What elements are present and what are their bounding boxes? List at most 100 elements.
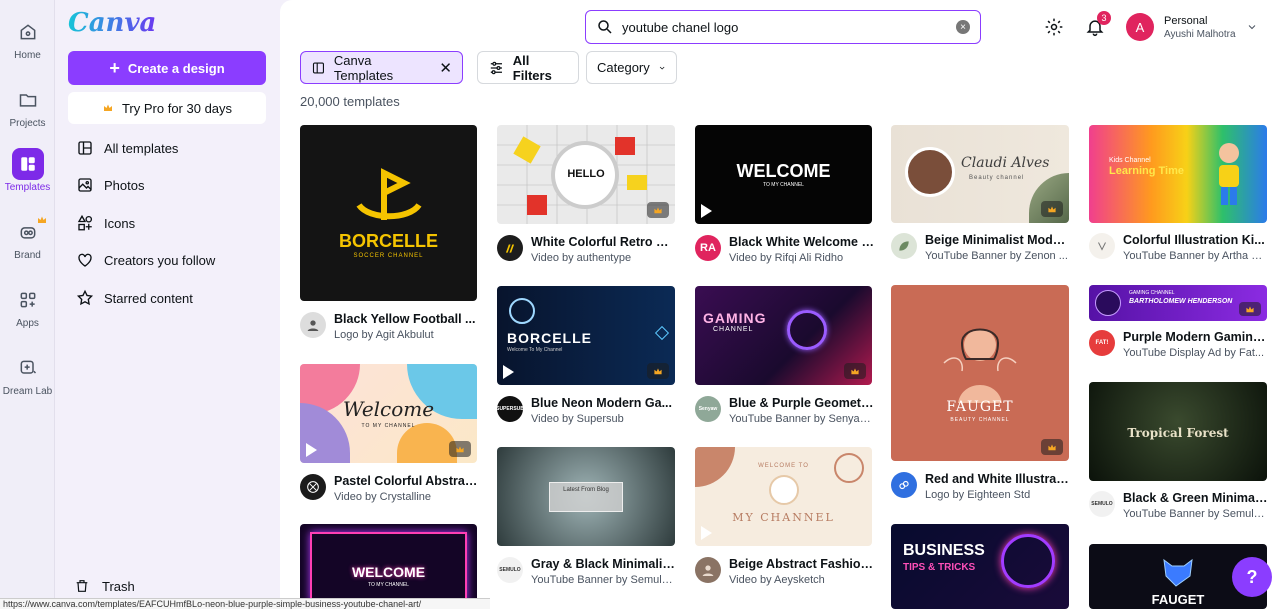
template-thumbnail[interactable]: BUSINESS TIPS & TRICKS [891, 524, 1069, 609]
trash-button[interactable]: Trash [68, 571, 135, 601]
create-design-button[interactable]: + Create a design [68, 51, 266, 85]
canva-logo[interactable]: Canva [68, 8, 156, 38]
rail-label: Home [14, 50, 41, 61]
card-title: White Colorful Retro Vi... [531, 235, 676, 249]
creator-avatar [300, 474, 326, 500]
template-thumbnail[interactable]: BORCELLE SOCCER CHANNEL [300, 125, 477, 301]
card-subtitle: Video by Supersub [531, 413, 624, 425]
all-filters-button[interactable]: All Filters [477, 51, 579, 84]
thumb-subtitle: SOCCER CHANNEL [353, 253, 424, 259]
template-thumbnail[interactable]: BORCELLE Welcome To My Channel [497, 286, 675, 385]
card-title: Blue & Purple Geometr... [729, 396, 874, 410]
account-name: Ayushi Malhotra [1164, 28, 1236, 40]
creator-avatar [497, 235, 523, 261]
creator-avatar: SEMULO [1089, 491, 1115, 517]
leaf-icon [899, 241, 909, 251]
thumb-subtitle: CHANNEL [713, 326, 754, 333]
nav-label: All templates [104, 140, 179, 156]
creator-avatar: FAT! [1089, 330, 1115, 356]
thumb-title: FAUGET [1151, 592, 1205, 607]
nav-photos[interactable]: Photos [68, 169, 268, 201]
all-filters-label: All Filters [512, 52, 552, 83]
create-design-label: Create a design [127, 60, 225, 76]
rail-item-apps[interactable]: Apps [0, 280, 55, 342]
help-button[interactable]: ? [1232, 557, 1272, 597]
card-title: Gray & Black Minimalis... [531, 557, 676, 571]
template-thumbnail[interactable]: WELCOME TO MY CHANNEL [695, 447, 872, 546]
chevron-down-icon [1248, 25, 1255, 30]
template-thumbnail[interactable]: Welcome TO MY CHANNEL [300, 364, 477, 463]
thumb-title: Tropical Forest [1127, 426, 1229, 440]
thumb-subtitle: TO MY CHANNEL [368, 582, 409, 588]
search-input[interactable] [622, 19, 956, 35]
card-subtitle: YouTube Banner by Semula... [1123, 508, 1268, 520]
search-box[interactable]: × [585, 10, 981, 44]
try-pro-button[interactable]: Try Pro for 30 days [68, 92, 266, 124]
template-thumbnail[interactable]: Latest From Blog [497, 447, 675, 546]
left-rail: Home Projects Templates Brand Apps Dream… [0, 0, 55, 609]
rail-label: Dream Lab [2, 386, 53, 397]
template-thumbnail[interactable]: WELCOME TO MY CHANNEL [300, 524, 477, 609]
settings-button[interactable] [1042, 15, 1066, 39]
notifications-button[interactable]: 3 [1083, 11, 1111, 39]
rail-item-brand[interactable]: Brand [0, 212, 55, 274]
rail-item-projects[interactable]: Projects [0, 80, 55, 142]
search-icon [598, 20, 612, 34]
crown-icon [844, 363, 866, 379]
thumb-subtitle: TO MY CHANNEL [763, 182, 804, 188]
card-subtitle: Video by authentype [531, 252, 632, 264]
thumb-title: HELLO [567, 168, 605, 180]
template-thumbnail[interactable]: HELLO [497, 125, 675, 224]
apps-icon [20, 292, 35, 308]
card-subtitle: YouTube Banner by Zenon ... [925, 250, 1068, 262]
nav-label: Creators you follow [104, 252, 216, 268]
card-title: Purple Modern Gaming... [1123, 330, 1268, 344]
close-icon[interactable]: ✕ [439, 59, 452, 77]
card-title: Blue Neon Modern Ga... [531, 396, 672, 410]
person-icon [307, 320, 319, 331]
template-thumbnail[interactable]: WELCOME TO MY CHANNEL [695, 125, 872, 224]
nav-starred[interactable]: Starred content [68, 282, 268, 314]
crown-icon [449, 441, 471, 457]
thumb-title: WELCOME [736, 161, 831, 181]
thumb-title: Claudi Alves [961, 155, 1050, 171]
account-type: Personal [1164, 14, 1208, 27]
play-icon [701, 526, 712, 540]
rail-label: Brand [14, 250, 41, 261]
thumb-subtitle: TIPS & TRICKS [903, 562, 976, 573]
template-thumbnail[interactable]: Tropical Forest [1089, 382, 1267, 481]
logo-icon [1098, 242, 1106, 251]
thumb-title: MY CHANNEL [732, 511, 835, 524]
nav-creators[interactable]: Creators you follow [68, 244, 268, 276]
chip-label: Canva Templates [333, 52, 394, 83]
template-thumbnail[interactable]: GAMING CHANNEL BARTHOLOMEW HENDERSON [1089, 285, 1267, 321]
template-thumbnail[interactable]: GAMING CHANNEL [695, 286, 872, 385]
play-icon [306, 443, 317, 457]
card-subtitle: YouTube Banner by Artha G... [1123, 250, 1268, 262]
rail-label: Projects [9, 118, 46, 129]
category-dropdown[interactable]: Category [586, 51, 677, 84]
account-menu[interactable]: A Personal Ayushi Malhotra [1126, 13, 1258, 41]
thumb-title: FAUGET [946, 399, 1014, 415]
template-thumbnail[interactable]: Kids Channel Learning Time [1089, 125, 1267, 223]
dream-lab-icon [20, 360, 36, 374]
rail-item-dream-lab[interactable]: Dream Lab [0, 348, 55, 410]
templates-icon [20, 157, 35, 171]
brand-icon [20, 227, 35, 239]
template-thumbnail[interactable]: FAUGET BEAUTY CHANNEL [891, 285, 1069, 461]
card-subtitle: Logo by Agit Akbulut [334, 329, 434, 341]
crown-icon [38, 216, 46, 223]
nav-icons[interactable]: Icons [68, 207, 268, 239]
rail-item-templates[interactable]: Templates [0, 144, 55, 206]
clear-search-icon[interactable]: × [956, 20, 970, 34]
nav-all-templates[interactable]: All templates [68, 132, 268, 164]
thumb-title: BUSINESS [903, 542, 985, 559]
template-thumbnail[interactable]: Claudi Alves Beauty channel [891, 125, 1069, 223]
card-title: Black White Welcome T... [729, 235, 874, 249]
try-pro-label: Try Pro for 30 days [121, 100, 233, 116]
canva-templates-chip[interactable]: Canva Templates ✕ [300, 51, 463, 84]
thumb-title: BORCELLE [339, 231, 438, 251]
rail-item-home[interactable]: Home [0, 12, 55, 74]
heart-icon [78, 253, 92, 267]
card-title: Black & Green Minimali... [1123, 491, 1268, 505]
